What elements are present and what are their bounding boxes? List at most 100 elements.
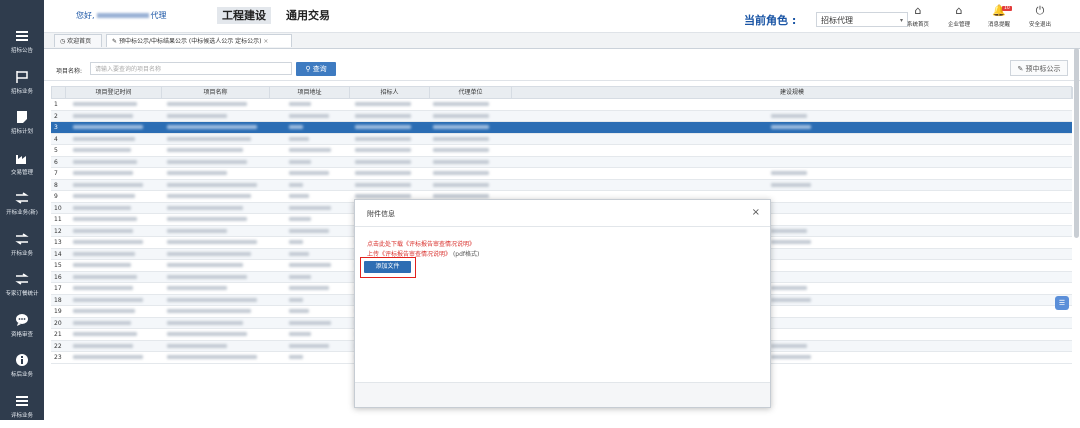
row-number: 21 bbox=[54, 331, 62, 338]
redacted-cell bbox=[167, 320, 243, 325]
column-header[interactable]: 代理单位 bbox=[430, 87, 512, 99]
sidebar-item-5[interactable]: 开标业务(新) bbox=[0, 185, 44, 225]
row-number: 10 bbox=[54, 204, 62, 212]
header: 您好, 代理 工程建设 通用交易 当前角色 : 招标代理 ▾ ⌂ 系统首页 ⌂ 企业管理 🔔… bbox=[44, 0, 1080, 32]
redacted-cell bbox=[167, 309, 251, 313]
table-row[interactable]: 5 bbox=[51, 145, 1072, 157]
redacted-cell bbox=[167, 274, 247, 279]
redacted-cell bbox=[73, 320, 131, 325]
role-select[interactable]: 招标代理 ▾ bbox=[816, 12, 908, 27]
redacted-cell bbox=[289, 159, 311, 164]
toolbar-label: 安全退出 bbox=[1028, 22, 1051, 28]
redacted-cell bbox=[433, 102, 489, 106]
toolbar-home-button[interactable]: ⌂ 系统首页 bbox=[901, 4, 935, 28]
sidebar-item-7[interactable]: 专家订餐统计 bbox=[0, 266, 44, 306]
redacted-cell bbox=[73, 102, 137, 106]
table-row[interactable]: 3 bbox=[51, 122, 1072, 134]
redacted-cell bbox=[73, 159, 137, 164]
column-header[interactable]: 项目名称 bbox=[162, 87, 270, 99]
column-header[interactable]: 招标人 bbox=[350, 87, 430, 99]
search-button[interactable]: ⚲ 查询 bbox=[296, 62, 336, 76]
row-number: 5 bbox=[54, 147, 58, 154]
row-number: 7 bbox=[54, 170, 58, 177]
tab-award-publicity[interactable]: ✎ 预中标公示/中标结果公示 (中标候选人公示 定标公示) × bbox=[106, 34, 292, 47]
redacted-cell bbox=[289, 136, 309, 141]
add-file-button[interactable]: 添加文件 bbox=[364, 261, 411, 273]
row-number: 9 bbox=[54, 193, 58, 200]
redacted-cell bbox=[289, 286, 329, 290]
redacted-cell bbox=[289, 263, 331, 267]
redacted-cell bbox=[73, 240, 143, 244]
toolbar-power-button[interactable]: ⏻ 安全退出 bbox=[1023, 4, 1057, 28]
redacted-cell bbox=[771, 113, 807, 118]
redacted-cell bbox=[73, 343, 133, 348]
redacted-cell bbox=[355, 171, 411, 175]
redacted-cell bbox=[167, 286, 227, 290]
floating-menu-icon[interactable]: ☰ bbox=[1055, 296, 1069, 310]
system-tab-engineering[interactable]: 工程建设 bbox=[217, 7, 271, 24]
redacted-cell bbox=[167, 125, 257, 129]
redacted-cell bbox=[289, 182, 303, 187]
column-header[interactable]: 建设规模 bbox=[512, 87, 1073, 99]
redacted-cell bbox=[167, 297, 257, 302]
redacted-cell bbox=[73, 113, 133, 118]
redacted-cell bbox=[289, 332, 311, 336]
redacted-cell bbox=[289, 228, 329, 233]
table-row[interactable]: 8 bbox=[51, 179, 1072, 191]
factory-icon bbox=[0, 151, 44, 165]
row-number: 8 bbox=[54, 181, 58, 189]
close-icon[interactable]: × bbox=[752, 207, 760, 218]
redacted-cell bbox=[433, 194, 489, 198]
table-row[interactable]: 2 bbox=[51, 110, 1072, 122]
download-link[interactable]: 点击此处下载《评标报告审查情况说明》 bbox=[367, 239, 475, 248]
close-icon[interactable]: × bbox=[263, 38, 268, 45]
attachment-dialog: 附件信息 × 点击此处下载《评标报告审查情况说明》 上传《评标报告审查情况说明》… bbox=[354, 199, 771, 408]
toolbar-label: 消息提醒 bbox=[987, 22, 1010, 28]
row-number: 23 bbox=[54, 354, 62, 361]
sidebar-item-2[interactable]: 招标业务 bbox=[0, 64, 44, 104]
row-number: 22 bbox=[54, 342, 62, 350]
redacted-cell bbox=[167, 263, 243, 267]
redacted-cell bbox=[355, 102, 411, 106]
sidebar-item-6[interactable]: 开标业务 bbox=[0, 226, 44, 266]
table-row[interactable]: 6 bbox=[51, 156, 1072, 168]
redacted-cell bbox=[167, 240, 257, 244]
tab-welcome[interactable]: ◷ 欢迎首页 bbox=[54, 34, 102, 47]
redacted-cell bbox=[289, 274, 311, 279]
sidebar-item-10[interactable]: 评标业务 bbox=[0, 388, 44, 428]
sidebar-item-3[interactable]: 招标计划 bbox=[0, 104, 44, 144]
redacted-cell bbox=[355, 136, 411, 141]
table-header: 项目登记时间 项目名称 项目地址 招标人 代理单位 建设规模 bbox=[51, 86, 1073, 99]
publish-button[interactable]: ✎ 预中标公示 bbox=[1010, 60, 1068, 76]
table-row[interactable]: 7 bbox=[51, 168, 1072, 180]
row-number: 3 bbox=[54, 124, 58, 131]
redacted-cell bbox=[73, 228, 133, 233]
redacted-cell bbox=[289, 102, 311, 106]
sidebar-item-8[interactable]: 资格审查 bbox=[0, 307, 44, 347]
column-header[interactable] bbox=[52, 87, 66, 99]
note-icon bbox=[0, 110, 44, 124]
system-tab-general-trade[interactable]: 通用交易 bbox=[281, 7, 335, 24]
table-row[interactable]: 4 bbox=[51, 133, 1072, 145]
search-input[interactable]: 请输入要查询的项目名称 bbox=[90, 62, 292, 75]
sidebar-item-4[interactable]: 交易管理 bbox=[0, 145, 44, 185]
sidebar-item-9[interactable]: 标后业务 bbox=[0, 347, 44, 387]
exchange-icon bbox=[0, 191, 44, 205]
column-header[interactable]: 项目地址 bbox=[270, 87, 350, 99]
table-row[interactable]: 1 bbox=[51, 99, 1072, 111]
dialog-header: 附件信息 × bbox=[355, 200, 770, 227]
sidebar-item-label: 招标业务 bbox=[10, 88, 33, 95]
sidebar-item-1[interactable]: 招标公告 bbox=[0, 23, 44, 63]
toolbar-home-button[interactable]: ⌂ 企业管理 bbox=[942, 4, 976, 28]
home-icon: ⌂ bbox=[955, 4, 963, 17]
scrollbar[interactable] bbox=[1074, 48, 1079, 238]
redacted-cell bbox=[355, 125, 411, 129]
redacted-cell bbox=[289, 343, 329, 348]
redacted-cell bbox=[355, 148, 411, 152]
column-header[interactable]: 项目登记时间 bbox=[66, 87, 162, 99]
sidebar-item-label: 资格审查 bbox=[10, 331, 33, 338]
toolbar-bell-button[interactable]: 🔔 10 消息提醒 bbox=[982, 4, 1016, 28]
redacted-cell bbox=[289, 194, 309, 198]
role-label: 当前角色 : bbox=[744, 14, 797, 27]
redacted-cell bbox=[771, 171, 807, 175]
